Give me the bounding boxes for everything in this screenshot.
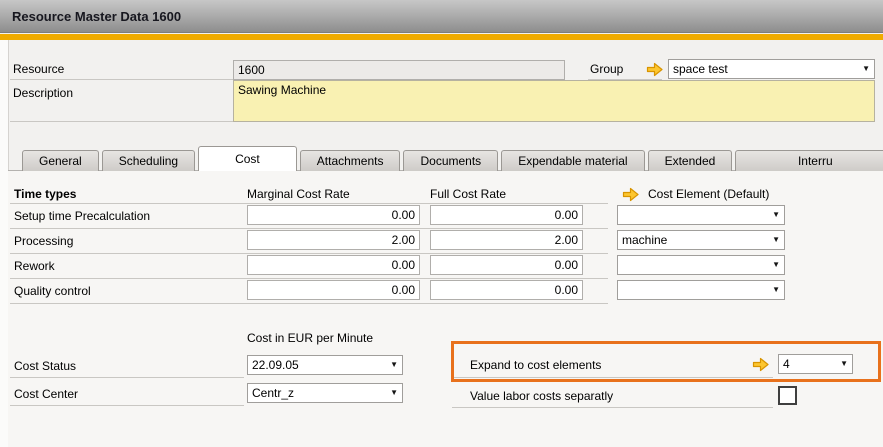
cost-element-link-arrow-icon[interactable]	[622, 187, 640, 202]
dropdown-arrow-icon: ▼	[772, 236, 780, 244]
accent-gold-bar	[0, 34, 883, 40]
cost-center-value: Centr_z	[252, 386, 387, 400]
dropdown-arrow-icon: ▼	[862, 65, 870, 73]
time-types-header: Time types	[14, 187, 76, 201]
description-label: Description	[13, 86, 73, 100]
tab-documents[interactable]: Documents	[403, 150, 498, 171]
dropdown-arrow-icon: ▼	[390, 361, 398, 369]
group-value: space test	[673, 62, 859, 76]
resource-label-underline	[10, 79, 233, 80]
time-type-label: Processing	[14, 234, 73, 248]
dropdown-arrow-icon: ▼	[840, 360, 848, 368]
tab-extended[interactable]: Extended	[648, 150, 733, 171]
tab-attachments[interactable]: Attachments	[300, 150, 401, 171]
value-labor-underline	[452, 407, 773, 408]
expand-underline	[452, 377, 773, 378]
resource-master-data-window: Resource Master Data 1600 Resource Group…	[0, 0, 883, 447]
time-type-label: Quality control	[14, 284, 91, 298]
cost-status-value: 22.09.05	[252, 358, 387, 372]
dropdown-arrow-icon: ▼	[772, 261, 780, 269]
full-rate-input[interactable]	[430, 230, 583, 250]
group-dropdown[interactable]: space test ▼	[668, 59, 875, 79]
cost-element-value: machine	[622, 233, 769, 247]
window-titlebar[interactable]: Resource Master Data 1600	[0, 0, 883, 33]
full-rate-input[interactable]	[430, 280, 583, 300]
cost-element-dropdown[interactable]: machine ▼	[617, 230, 785, 250]
left-gutter	[0, 40, 8, 447]
cost-element-header: Cost Element (Default)	[648, 187, 769, 201]
cost-center-label: Cost Center	[14, 387, 78, 401]
row-separator	[10, 303, 608, 304]
marginal-rate-input[interactable]	[247, 230, 420, 250]
cost-unit-label: Cost in EUR per Minute	[247, 331, 373, 345]
description-label-underline	[10, 121, 233, 122]
expand-value: 4	[783, 357, 837, 371]
expand-link-arrow-icon[interactable]	[752, 357, 770, 372]
cost-center-dropdown[interactable]: Centr_z ▼	[247, 383, 403, 403]
time-type-label: Rework	[14, 259, 55, 273]
tab-strip: General Scheduling Cost Attachments Docu…	[22, 146, 883, 171]
cost-element-dropdown[interactable]: ▼	[617, 280, 785, 300]
group-link-arrow-icon[interactable]	[646, 62, 664, 77]
resource-input[interactable]	[233, 60, 565, 80]
marginal-cost-rate-header: Marginal Cost Rate	[247, 187, 350, 201]
expand-to-cost-elements-dropdown[interactable]: 4 ▼	[778, 354, 853, 374]
cost-status-dropdown[interactable]: 22.09.05 ▼	[247, 355, 403, 375]
marginal-rate-input[interactable]	[247, 255, 420, 275]
cost-element-dropdown[interactable]: ▼	[617, 255, 785, 275]
cost-center-underline	[10, 405, 244, 406]
value-labor-label: Value labor costs separatly	[470, 389, 613, 403]
full-cost-rate-header: Full Cost Rate	[430, 187, 506, 201]
group-label: Group	[590, 62, 623, 76]
full-rate-input[interactable]	[430, 205, 583, 225]
tab-cost[interactable]: Cost	[198, 146, 297, 171]
cost-status-underline	[10, 377, 244, 378]
cost-status-label: Cost Status	[14, 359, 76, 373]
row-separator	[10, 203, 608, 204]
dropdown-arrow-icon: ▼	[772, 211, 780, 219]
tab-general[interactable]: General	[22, 150, 99, 171]
row-separator	[10, 228, 608, 229]
marginal-rate-input[interactable]	[247, 205, 420, 225]
window-title: Resource Master Data 1600	[12, 0, 181, 33]
tab-scheduling[interactable]: Scheduling	[102, 150, 195, 171]
row-separator	[10, 253, 608, 254]
expand-to-cost-elements-label: Expand to cost elements	[470, 358, 601, 372]
tab-expendable-material[interactable]: Expendable material	[501, 150, 644, 171]
value-labor-checkbox[interactable]	[778, 386, 797, 405]
row-separator	[10, 278, 608, 279]
description-input[interactable]: Sawing Machine	[233, 80, 875, 122]
time-type-label: Setup time Precalculation	[14, 209, 150, 223]
cost-element-dropdown[interactable]: ▼	[617, 205, 785, 225]
marginal-rate-input[interactable]	[247, 280, 420, 300]
full-rate-input[interactable]	[430, 255, 583, 275]
dropdown-arrow-icon: ▼	[390, 389, 398, 397]
dropdown-arrow-icon: ▼	[772, 286, 780, 294]
tab-interruptions[interactable]: Interru	[735, 150, 883, 171]
resource-label: Resource	[13, 62, 64, 76]
